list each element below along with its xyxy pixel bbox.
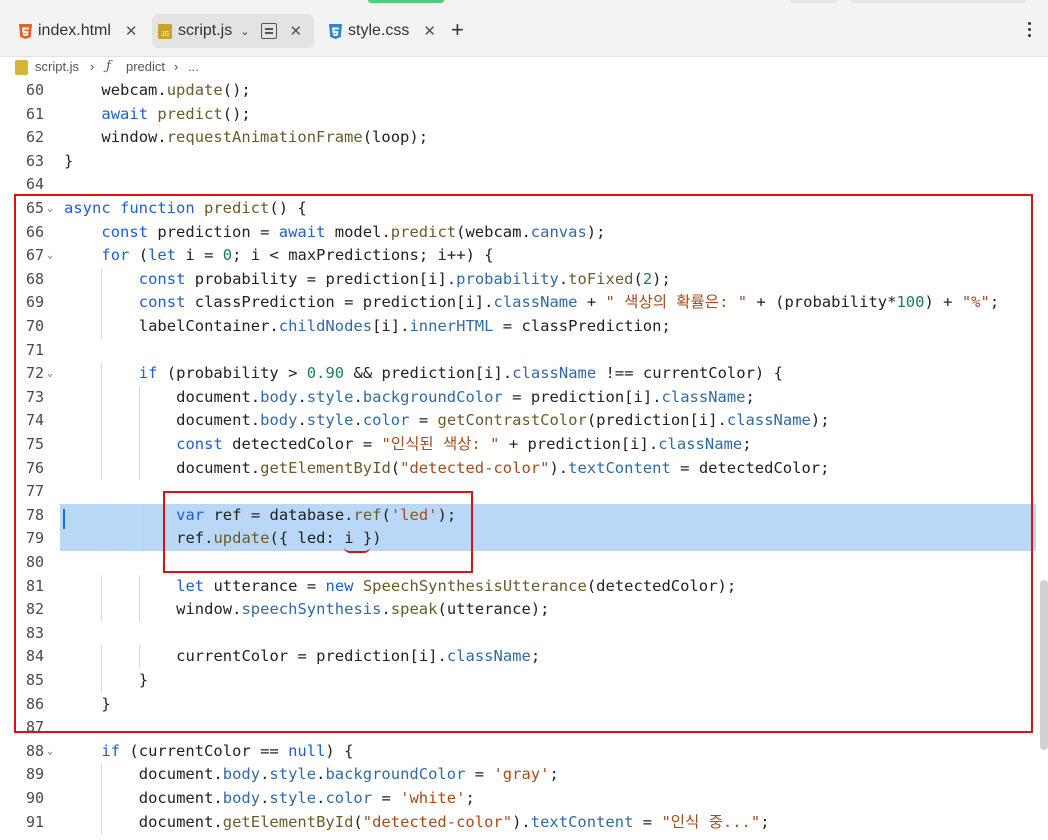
line-number: 61 — [25, 104, 44, 123]
close-icon[interactable]: ✕ — [289, 22, 302, 40]
code-line[interactable]: 89 document.body.style.backgroundColor =… — [0, 763, 1048, 787]
vertical-scrollbar[interactable] — [1040, 580, 1048, 750]
tab-script-js[interactable]: JS script.js ⌄ ✕ — [152, 14, 314, 48]
chevron-right-icon: › — [90, 59, 95, 74]
annotation-box-function — [14, 194, 1033, 733]
code-line[interactable]: 63} — [0, 150, 1048, 174]
more-options-icon[interactable] — [1028, 22, 1032, 40]
code-line[interactable]: 90 document.body.style.color = 'white'; — [0, 787, 1048, 811]
tab-index-html[interactable]: index.html ✕ — [12, 14, 144, 48]
tab-label: script.js — [178, 22, 233, 39]
line-number: 60 — [25, 81, 44, 99]
annotation-underline — [344, 545, 370, 553]
chevron-down-icon[interactable]: ⌄ — [240, 25, 249, 38]
code-line[interactable]: 62 window.requestAnimationFrame(loop); — [0, 126, 1048, 150]
top-indicator — [368, 0, 444, 3]
new-tab-button[interactable]: + — [451, 19, 464, 41]
top-indicator-right-2 — [850, 0, 1026, 3]
breadcrumb-file[interactable]: script.js — [35, 59, 79, 74]
tab-bar: index.html ✕ JS script.js ⌄ ✕ style.css … — [0, 0, 1048, 57]
tab-style-css[interactable]: style.css ✕ — [322, 14, 442, 48]
top-indicator-right — [790, 0, 838, 3]
css3-icon — [328, 23, 342, 39]
tab-label: index.html — [38, 22, 111, 39]
line-number: 88 — [25, 741, 44, 760]
breadcrumb: script.js › ƒ predict › ... — [0, 57, 1048, 79]
preview-icon[interactable] — [261, 23, 278, 39]
annotation-box-selection — [163, 491, 473, 573]
line-number: 63 — [25, 151, 44, 170]
close-icon[interactable]: ✕ — [423, 22, 436, 40]
html5-icon — [18, 23, 32, 39]
line-number: 89 — [25, 765, 44, 784]
code-text: document.body.style.backgroundColor = 'g… — [138, 765, 559, 784]
line-number: 90 — [25, 789, 44, 807]
line-number: 91 — [25, 812, 44, 831]
function-icon: ƒ — [106, 59, 111, 74]
close-icon[interactable]: ✕ — [125, 22, 138, 40]
code-text: window.requestAnimationFrame(loop); — [101, 128, 429, 147]
js-icon — [15, 60, 28, 75]
code-line[interactable]: 60 webcam.update(); — [0, 79, 1048, 103]
code-text: } — [64, 151, 74, 170]
code-line[interactable]: 61 await predict(); — [0, 103, 1048, 127]
code-line[interactable]: 91 document.getElementById("detected-col… — [0, 810, 1048, 835]
fold-chevron-icon[interactable]: ⌄ — [47, 740, 53, 764]
breadcrumb-more[interactable]: ... — [188, 59, 199, 74]
svg-text:JS: JS — [161, 31, 170, 38]
code-text: await predict(); — [101, 104, 251, 123]
code-text: document.getElementById("detected-color"… — [138, 812, 770, 831]
code-line[interactable]: 88 ⌄ if (currentColor == null) { — [0, 740, 1048, 764]
chevron-right-icon: › — [174, 59, 179, 74]
tab-label: style.css — [348, 22, 410, 39]
code-text: webcam.update(); — [101, 81, 251, 99]
code-text: if (currentColor == null) { — [101, 741, 354, 760]
js-icon: JS — [158, 23, 172, 39]
line-number: 62 — [25, 128, 44, 147]
breadcrumb-symbol[interactable]: predict — [126, 59, 165, 74]
code-text: document.body.style.color = 'white'; — [138, 789, 475, 807]
text-cursor — [63, 509, 65, 529]
